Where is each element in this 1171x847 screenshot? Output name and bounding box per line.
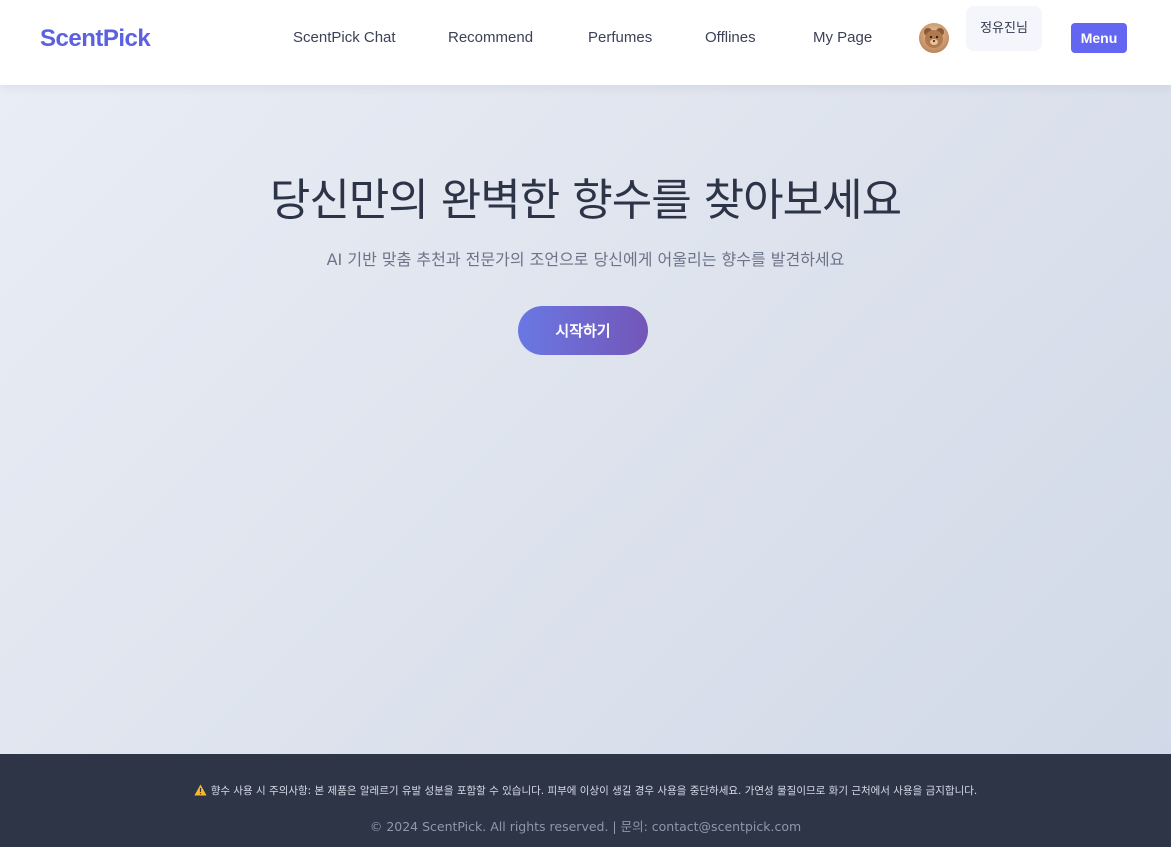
safety-notice: 향수 사용 시 주의사항: 본 제품은 알레르기 유발 성분을 포함할 수 있습… xyxy=(0,783,1171,798)
user-name-chip[interactable]: 정유진님 xyxy=(966,6,1042,51)
footer: 향수 사용 시 주의사항: 본 제품은 알레르기 유발 성분을 포함할 수 있습… xyxy=(0,754,1171,847)
top-nav-bar: ScentPick ScentPick Chat Recommend Perfu… xyxy=(0,0,1171,85)
copyright-text: © 2024 ScentPick. All rights reserved. |… xyxy=(369,819,802,834)
teddy-bear-icon xyxy=(924,28,944,48)
safety-notice-text: 향수 사용 시 주의사항: 본 제품은 알레르기 유발 성분을 포함할 수 있습… xyxy=(210,785,978,797)
nav-link-scentpick-chat[interactable]: ScentPick Chat xyxy=(293,29,396,46)
nav-link-perfumes[interactable]: Perfumes xyxy=(588,29,652,46)
start-button[interactable]: 시작하기 xyxy=(518,306,648,355)
brand-logo[interactable]: ScentPick xyxy=(40,25,151,53)
nav-link-recommend[interactable]: Recommend xyxy=(448,29,533,46)
hero-title: 당신만의 완벽한 향수를 찾아보세요 xyxy=(269,175,902,226)
hero-subtitle: AI 기반 맞춤 추천과 전문가의 조언으로 당신에게 어울리는 향수를 발견하… xyxy=(326,250,845,269)
nav-link-offlines[interactable]: Offlines xyxy=(705,29,756,46)
user-avatar[interactable] xyxy=(919,23,949,53)
menu-button[interactable]: Menu xyxy=(1071,23,1127,53)
nav-link-my-page[interactable]: My Page xyxy=(813,29,872,46)
warning-triangle-icon xyxy=(194,784,207,796)
